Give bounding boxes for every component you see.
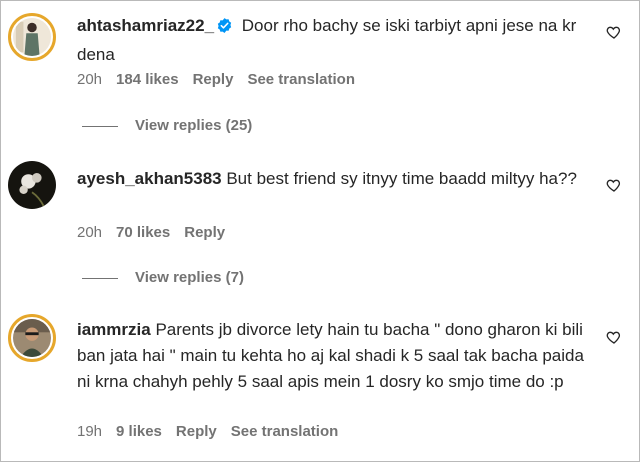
comment-text-block: iammrzia Parents jb divorce lety hain tu… <box>77 317 589 395</box>
comment-timestamp: 20h <box>77 71 103 88</box>
replies-divider <box>82 125 118 127</box>
comment-meta: 19h 9 likes Reply See translation <box>77 422 352 442</box>
likes-count[interactable]: 70 likes <box>116 224 170 241</box>
comment-username[interactable]: ahtashamriaz22_ <box>77 16 214 35</box>
comment-text: But best friend sy itnyy time baadd milt… <box>226 169 577 188</box>
reply-button[interactable]: Reply <box>184 224 225 241</box>
reply-button[interactable]: Reply <box>193 71 234 88</box>
comment-text: Parents jb divorce lety hain tu bacha " … <box>77 320 584 391</box>
avatar[interactable] <box>8 161 56 209</box>
see-translation-button[interactable]: See translation <box>231 423 339 440</box>
comment-timestamp: 20h <box>77 224 103 241</box>
verified-badge-icon <box>216 16 233 42</box>
heart-outline-icon[interactable] <box>606 329 622 345</box>
comment-text-block: ayesh_akhan5383 But best friend sy itnyy… <box>77 166 589 192</box>
view-replies-button[interactable]: View replies (7) <box>82 268 244 288</box>
avatar[interactable] <box>8 314 56 362</box>
comment-meta: 20h 70 likes Reply <box>77 223 239 243</box>
comment-timestamp: 19h <box>77 423 103 440</box>
reply-button[interactable]: Reply <box>176 423 217 440</box>
comment-meta: 20h 184 likes Reply See translation <box>77 70 369 90</box>
replies-divider <box>82 277 118 279</box>
likes-count[interactable]: 9 likes <box>116 423 162 440</box>
avatar-photo <box>13 319 51 357</box>
heart-outline-icon[interactable] <box>606 24 622 40</box>
see-translation-button[interactable]: See translation <box>247 71 355 88</box>
view-replies-label: View replies (25) <box>135 117 253 134</box>
avatar[interactable] <box>8 13 56 61</box>
avatar-photo <box>8 161 56 209</box>
likes-count[interactable]: 184 likes <box>116 71 179 88</box>
comment-text-block: ahtashamriaz22_ Door rho bachy se iski t… <box>77 13 589 68</box>
avatar-photo <box>13 18 51 56</box>
comment-username[interactable]: iammrzia <box>77 320 151 339</box>
view-replies-label: View replies (7) <box>135 269 244 286</box>
view-replies-button[interactable]: View replies (25) <box>82 116 252 136</box>
heart-outline-icon[interactable] <box>606 177 622 193</box>
comment-username[interactable]: ayesh_akhan5383 <box>77 169 222 188</box>
